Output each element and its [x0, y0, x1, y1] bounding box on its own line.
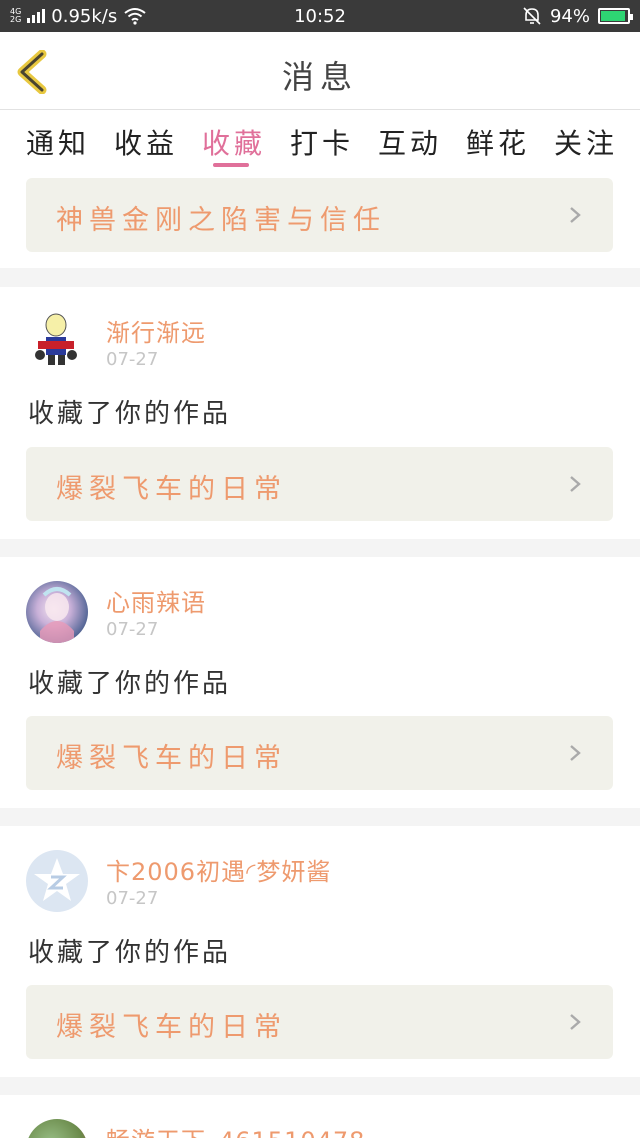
tab-following[interactable]: 关注	[554, 122, 618, 162]
bell-muted-icon	[523, 7, 541, 25]
message-card: 渐行渐远 07-27 收藏了你的作品 爆裂飞车的日常	[0, 287, 640, 539]
chevron-right-icon	[570, 476, 581, 492]
status-bar: 4G 2G 0.95k/s 10:52 94%	[0, 0, 640, 32]
username[interactable]: 卞2006初遇◜梦妍酱	[106, 852, 331, 887]
tab-interaction[interactable]: 互动	[378, 122, 442, 162]
message-card: 心雨辣语 07-27 收藏了你的作品 爆裂飞车的日常	[0, 557, 640, 808]
action-text: 收藏了你的作品	[28, 669, 232, 699]
username[interactable]: 渐行渐远	[106, 313, 206, 348]
tab-checkin[interactable]: 打卡	[290, 122, 354, 162]
avatar[interactable]	[26, 581, 88, 643]
message-card: 畅游天下_461510478	[0, 1095, 640, 1138]
signal-icon	[27, 9, 46, 23]
chevron-right-icon	[570, 207, 581, 223]
battery-percent: 94%	[549, 5, 590, 27]
work-title: 爆裂飞车的日常	[56, 743, 287, 774]
network-type: 4G 2G	[10, 8, 21, 24]
tab-earnings[interactable]: 收益	[114, 122, 178, 162]
tab-favorites[interactable]: 收藏	[202, 122, 266, 162]
chevron-right-icon	[570, 745, 581, 761]
network-bottom-label: 2G	[10, 15, 22, 24]
message-date: 07-27	[106, 349, 159, 370]
work-link[interactable]: 爆裂飞车的日常	[26, 716, 613, 790]
message-date: 07-27	[106, 888, 159, 909]
tab-flowers[interactable]: 鲜花	[466, 122, 530, 162]
battery-fill	[601, 11, 626, 21]
default-avatar-star-icon	[34, 858, 80, 901]
work-title: 爆裂飞车的日常	[56, 474, 287, 505]
work-link[interactable]: 爆裂飞车的日常	[26, 447, 613, 521]
avatar[interactable]	[26, 850, 88, 912]
avatar-anime-image	[40, 587, 74, 643]
action-text: 收藏了你的作品	[28, 938, 232, 968]
message-card: 神兽金刚之陷害与信任	[0, 172, 640, 268]
tab-bar: 通知 收益 收藏 打卡 互动 鲜花 关注	[0, 110, 640, 172]
chevron-right-icon	[570, 1014, 581, 1030]
avatar-cartoon-image	[35, 313, 77, 365]
active-tab-indicator	[213, 163, 249, 167]
network-speed: 0.95k/s	[51, 5, 118, 27]
work-link[interactable]: 神兽金刚之陷害与信任	[26, 178, 613, 252]
page-title: 消息	[281, 58, 358, 96]
work-link[interactable]: 爆裂飞车的日常	[26, 985, 613, 1059]
action-text: 收藏了你的作品	[28, 399, 232, 429]
work-title: 爆裂飞车的日常	[56, 1012, 287, 1043]
avatar[interactable]	[26, 1119, 88, 1138]
header: 消息	[0, 32, 640, 110]
message-card: 卞2006初遇◜梦妍酱 07-27 收藏了你的作品 爆裂飞车的日常	[0, 826, 640, 1077]
battery-icon	[598, 8, 633, 24]
tab-notifications[interactable]: 通知	[26, 122, 90, 162]
work-title: 神兽金刚之陷害与信任	[56, 205, 386, 236]
avatar[interactable]	[26, 311, 88, 373]
message-date: 07-27	[106, 619, 159, 640]
wifi-icon	[124, 8, 146, 25]
username[interactable]: 心雨辣语	[106, 583, 206, 618]
username[interactable]: 畅游天下_461510478	[106, 1121, 365, 1138]
